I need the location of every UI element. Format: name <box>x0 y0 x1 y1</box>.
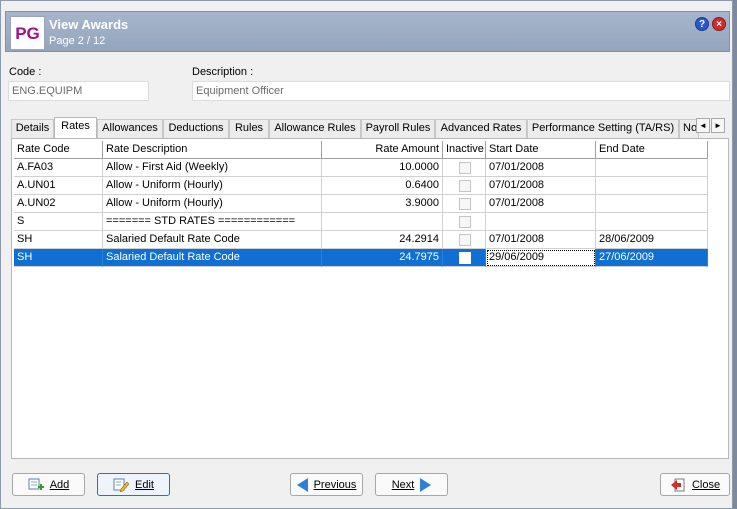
page-indicator: Page 2 / 12 <box>49 35 106 47</box>
cell-inactive <box>443 195 486 213</box>
cell-inactive <box>443 213 486 231</box>
col-inactive[interactable]: Inactive <box>443 141 486 159</box>
close-button-label: Close <box>691 478 721 491</box>
cell-rate-description: Salaried Default Rate Code <box>103 249 322 267</box>
close-button[interactable]: Close <box>660 473 730 496</box>
cell-rate-amount: 10.0000 <box>322 159 443 177</box>
cell-end-date: 27/06/2009 <box>596 249 708 267</box>
cell-end-date <box>596 159 708 177</box>
pg-logo: PG <box>10 16 45 50</box>
cell-start-date[interactable]: 29/06/2009 <box>486 249 596 267</box>
close-door-icon <box>670 478 685 491</box>
code-label: Code : <box>9 66 42 78</box>
cell-end-date: 28/06/2009 <box>596 231 708 249</box>
edit-icon <box>113 478 130 492</box>
inactive-checkbox[interactable] <box>459 198 471 210</box>
tab-details[interactable]: Details <box>11 119 54 138</box>
inactive-checkbox[interactable] <box>459 252 471 264</box>
cell-inactive <box>443 177 486 195</box>
cell-rate-amount: 3.9000 <box>322 195 443 213</box>
add-button[interactable]: Add <box>12 473 85 496</box>
table-row[interactable]: A.UN01 Allow - Uniform (Hourly) 0.6400 0… <box>14 177 708 195</box>
inactive-checkbox[interactable] <box>459 162 471 174</box>
add-icon <box>28 478 44 490</box>
edit-button-label: Edit <box>135 478 154 491</box>
add-button-label: Add <box>49 478 70 491</box>
previous-button-label: Previous <box>313 478 357 491</box>
cell-rate-amount <box>322 213 443 231</box>
cell-inactive <box>443 249 486 267</box>
tab-scroll-left-icon[interactable]: ◄ <box>696 118 710 133</box>
cell-rate-description: Allow - Uniform (Hourly) <box>103 177 322 195</box>
cell-rate-description: Allow - Uniform (Hourly) <box>103 195 322 213</box>
next-button[interactable]: Next <box>375 473 448 496</box>
cell-rate-amount: 0.6400 <box>322 177 443 195</box>
cell-inactive <box>443 231 486 249</box>
cell-rate-code: A.UN02 <box>14 195 103 213</box>
col-rate-code[interactable]: Rate Code <box>14 141 103 159</box>
cell-rate-amount: 24.2914 <box>322 231 443 249</box>
edit-button[interactable]: Edit <box>97 473 170 496</box>
cell-end-date <box>596 177 708 195</box>
inactive-checkbox[interactable] <box>459 234 471 246</box>
cell-end-date <box>596 213 708 231</box>
cell-rate-code: A.UN01 <box>14 177 103 195</box>
grid-header: Rate Code Rate Description Rate Amount I… <box>14 141 708 159</box>
cell-start-date <box>486 213 596 231</box>
table-row-selected[interactable]: SH Salaried Default Rate Code 24.7975 29… <box>14 249 708 267</box>
tab-performance-setting[interactable]: Performance Setting (TA/RS) <box>527 119 679 138</box>
code-field[interactable]: ENG.EQUIPM <box>8 81 149 101</box>
cell-rate-code: SH <box>14 231 103 249</box>
cell-start-date: 07/01/2008 <box>486 231 596 249</box>
cell-rate-code: SH <box>14 249 103 267</box>
cell-inactive <box>443 159 486 177</box>
cell-start-date: 07/01/2008 <box>486 195 596 213</box>
window-title: View Awards <box>49 17 129 32</box>
cell-rate-description: ======= STD RATES ============ <box>103 213 322 231</box>
rates-panel: Rate Code Rate Description Rate Amount I… <box>11 138 729 459</box>
col-end-date[interactable]: End Date <box>596 141 708 159</box>
cell-rate-amount: 24.7975 <box>322 249 443 267</box>
previous-button[interactable]: Previous <box>290 473 363 496</box>
table-row[interactable]: A.UN02 Allow - Uniform (Hourly) 3.9000 0… <box>14 195 708 213</box>
description-label: Description : <box>192 66 254 78</box>
help-icon[interactable]: ? <box>695 17 709 31</box>
view-awards-window: PG View Awards Page 2 / 12 ? × Code : EN… <box>0 0 733 509</box>
tab-advanced-rates[interactable]: Advanced Rates <box>435 119 527 138</box>
arrow-left-icon <box>296 477 308 492</box>
cell-rate-description: Salaried Default Rate Code <box>103 231 322 249</box>
close-window-icon[interactable]: × <box>712 17 726 31</box>
tab-rules[interactable]: Rules <box>229 119 269 138</box>
tab-strip: Details Rates Allowances Deductions Rule… <box>11 117 711 139</box>
table-row[interactable]: S ======= STD RATES ============ <box>14 213 708 231</box>
col-start-date[interactable]: Start Date <box>486 141 596 159</box>
description-field[interactable]: Equipment Officer <box>192 81 730 101</box>
title-bar: PG View Awards Page 2 / 12 ? × <box>5 11 730 52</box>
tab-allowances[interactable]: Allowances <box>97 119 163 138</box>
tab-rates[interactable]: Rates <box>54 117 97 139</box>
inactive-checkbox[interactable] <box>459 216 471 228</box>
tab-allowance-rules[interactable]: Allowance Rules <box>269 119 361 138</box>
cell-rate-code: S <box>14 213 103 231</box>
arrow-right-icon <box>420 477 432 492</box>
cell-start-date: 07/01/2008 <box>486 177 596 195</box>
table-row[interactable]: A.FA03 Allow - First Aid (Weekly) 10.000… <box>14 159 708 177</box>
tab-scroll-right-icon[interactable]: ► <box>711 118 725 133</box>
window-edge <box>733 0 737 509</box>
next-button-label: Next <box>391 478 415 491</box>
tab-payroll-rules[interactable]: Payroll Rules <box>361 119 435 138</box>
inactive-checkbox[interactable] <box>459 180 471 192</box>
cell-rate-description: Allow - First Aid (Weekly) <box>103 159 322 177</box>
cell-end-date <box>596 195 708 213</box>
tab-deductions[interactable]: Deductions <box>163 119 229 138</box>
cell-rate-code: A.FA03 <box>14 159 103 177</box>
col-rate-description[interactable]: Rate Description <box>103 141 322 159</box>
table-row[interactable]: SH Salaried Default Rate Code 24.2914 07… <box>14 231 708 249</box>
cell-start-date: 07/01/2008 <box>486 159 596 177</box>
col-rate-amount[interactable]: Rate Amount <box>322 141 443 159</box>
